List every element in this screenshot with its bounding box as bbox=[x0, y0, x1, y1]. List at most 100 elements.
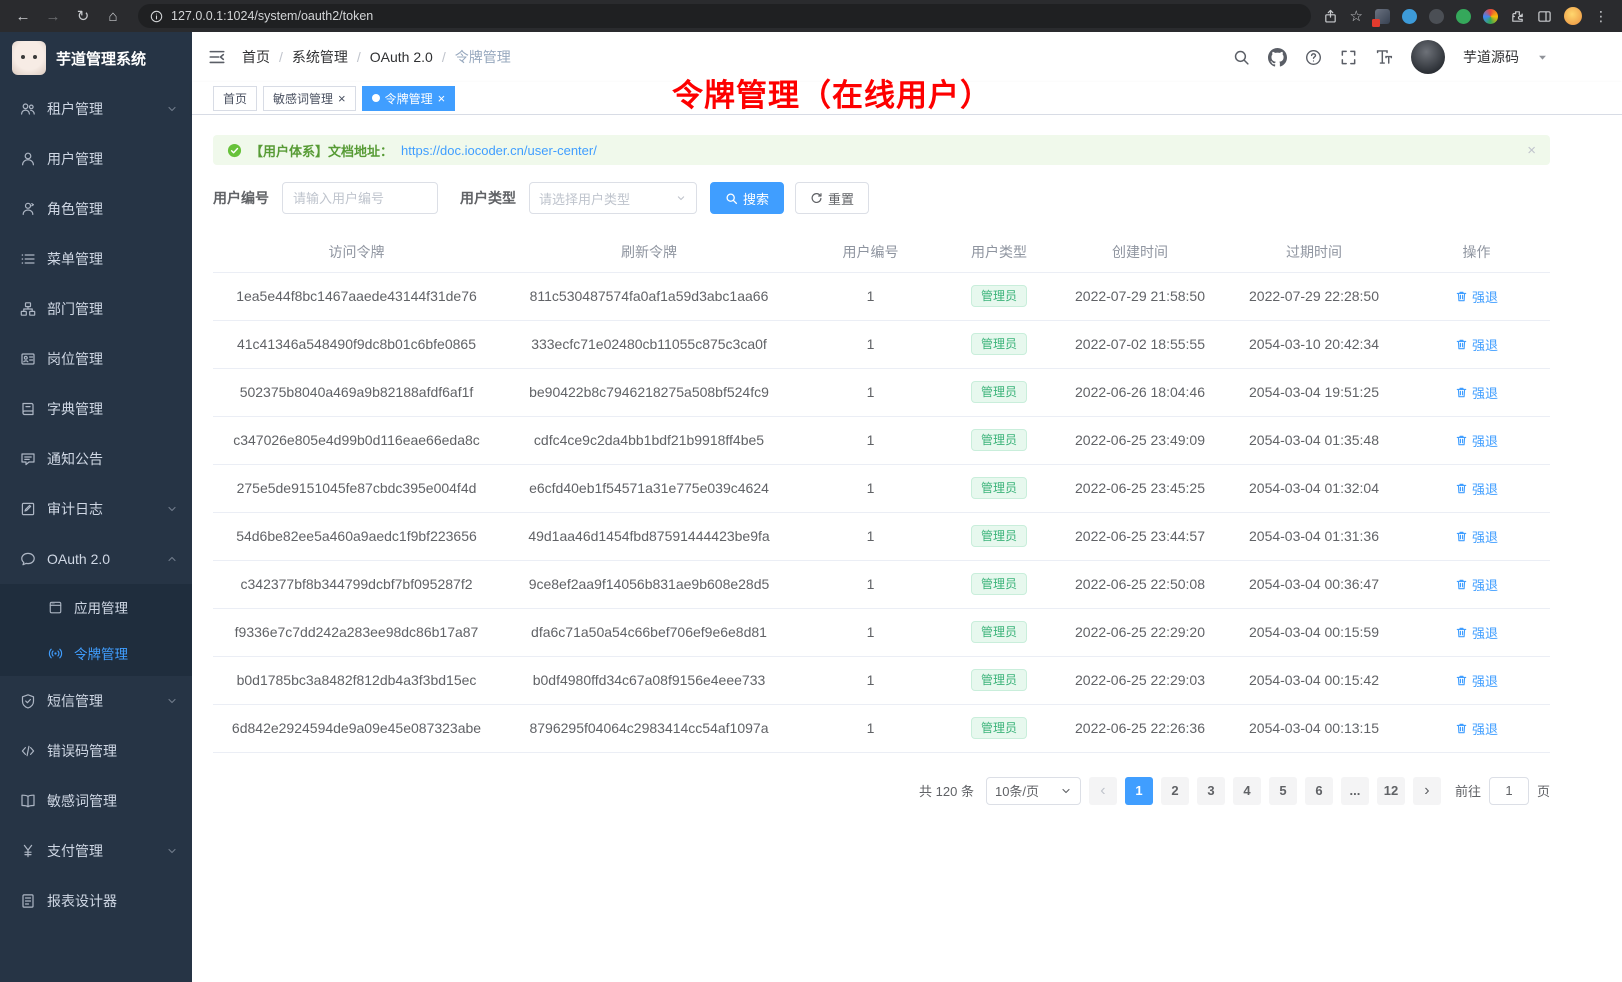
sidebar-item-label: 敏感词管理 bbox=[47, 791, 117, 811]
tab-home[interactable]: 首页 bbox=[213, 86, 257, 111]
user-type-tag: 管理员 bbox=[971, 717, 1027, 739]
back-button[interactable]: ← bbox=[10, 3, 36, 29]
share-icon[interactable] bbox=[1323, 9, 1338, 24]
tab-token[interactable]: 令牌管理× bbox=[362, 86, 456, 111]
column-header: 操作 bbox=[1403, 232, 1550, 272]
search-button[interactable]: 搜索 bbox=[710, 182, 784, 214]
audit-icon bbox=[20, 501, 36, 517]
breadcrumb-item[interactable]: 系统管理 bbox=[292, 47, 348, 67]
sidebar-item-label: 用户管理 bbox=[47, 149, 103, 169]
sidebar-item-menu[interactable]: 菜单管理 bbox=[0, 234, 192, 284]
page-button-3[interactable]: 3 bbox=[1197, 777, 1225, 805]
alert-link[interactable]: https://doc.iocoder.cn/user-center/ bbox=[401, 143, 597, 158]
page-button-12[interactable]: 12 bbox=[1377, 777, 1405, 805]
user-type-select[interactable]: 请选择用户类型 bbox=[529, 182, 697, 214]
extension-icon-5[interactable] bbox=[1483, 9, 1498, 24]
reset-button[interactable]: 重置 bbox=[795, 182, 869, 214]
breadcrumb-item[interactable]: 首页 bbox=[242, 47, 270, 67]
force-logout-button[interactable]: 强退 bbox=[1455, 479, 1498, 498]
page-button-5[interactable]: 5 bbox=[1269, 777, 1297, 805]
next-page-button[interactable]: › bbox=[1413, 777, 1441, 805]
tab-sensitive-word[interactable]: 敏感词管理× bbox=[263, 86, 356, 111]
sidebar-item-notice[interactable]: 通知公告 bbox=[0, 434, 192, 484]
column-header: 用户类型 bbox=[943, 232, 1055, 272]
sidebar-item-oauth2-token[interactable]: 令牌管理 bbox=[0, 630, 192, 676]
trash-icon bbox=[1455, 434, 1468, 447]
fullscreen-icon[interactable] bbox=[1340, 49, 1357, 66]
user-type-tag: 管理员 bbox=[971, 477, 1027, 499]
cell-expire-time: 2054-03-04 00:13:15 bbox=[1225, 704, 1403, 752]
help-icon[interactable] bbox=[1305, 49, 1322, 66]
breadcrumb-item[interactable]: OAuth 2.0 bbox=[370, 49, 433, 65]
browser-profile-avatar[interactable] bbox=[1564, 7, 1582, 25]
bookmark-star-icon[interactable]: ☆ bbox=[1350, 7, 1363, 25]
user-id-input[interactable] bbox=[293, 191, 427, 206]
table-row: b0d1785bc3a8482f812db4a3f3bd15ecb0df4980… bbox=[213, 656, 1550, 704]
sidebar-item-error-code[interactable]: 错误码管理 bbox=[0, 726, 192, 776]
cell-created-time: 2022-06-25 22:50:08 bbox=[1055, 560, 1225, 608]
app-logo[interactable]: 芋道管理系统 bbox=[0, 32, 192, 84]
cell-user-id: 1 bbox=[798, 464, 943, 512]
token-table: 访问令牌刷新令牌用户编号用户类型创建时间过期时间操作 1ea5e44f8bc14… bbox=[213, 232, 1550, 753]
sidebar-item-report-designer[interactable]: 报表设计器 bbox=[0, 876, 192, 926]
page-button-4[interactable]: 4 bbox=[1233, 777, 1261, 805]
sidebar-toggle-icon[interactable] bbox=[208, 48, 226, 66]
font-size-icon[interactable] bbox=[1375, 48, 1393, 66]
cell-expire-time: 2054-03-04 01:35:48 bbox=[1225, 416, 1403, 464]
tab-close-icon[interactable]: × bbox=[338, 92, 346, 105]
tab-close-icon[interactable]: × bbox=[438, 92, 446, 105]
page-button-2[interactable]: 2 bbox=[1161, 777, 1189, 805]
chevron-down-icon[interactable] bbox=[1537, 52, 1548, 63]
sidebar-item-audit-log[interactable]: 审计日志 bbox=[0, 484, 192, 534]
extensions-puzzle-icon[interactable] bbox=[1510, 9, 1525, 24]
force-logout-button[interactable]: 强退 bbox=[1455, 287, 1498, 306]
sidebar-item-post[interactable]: 岗位管理 bbox=[0, 334, 192, 384]
search-icon[interactable] bbox=[1233, 49, 1250, 66]
force-logout-button[interactable]: 强退 bbox=[1455, 527, 1498, 546]
force-logout-button[interactable]: 强退 bbox=[1455, 671, 1498, 690]
sidebar-item-role[interactable]: 角色管理 bbox=[0, 184, 192, 234]
extension-icon-4[interactable] bbox=[1456, 9, 1471, 24]
forward-button[interactable]: → bbox=[40, 3, 66, 29]
breadcrumb: 首页/系统管理/OAuth 2.0/令牌管理 bbox=[242, 47, 511, 67]
sidebar-item-tenant[interactable]: 租户管理 bbox=[0, 84, 192, 134]
sidebar-item-pay[interactable]: 支付管理 bbox=[0, 826, 192, 876]
site-info-icon[interactable] bbox=[150, 10, 163, 23]
page-button-1[interactable]: 1 bbox=[1125, 777, 1153, 805]
pagination-ellipsis[interactable]: ... bbox=[1341, 777, 1369, 805]
sidebar-item-sensitive-word[interactable]: 敏感词管理 bbox=[0, 776, 192, 826]
home-button[interactable]: ⌂ bbox=[100, 3, 126, 29]
url-bar[interactable]: 127.0.0.1:1024/system/oauth2/token bbox=[138, 4, 1311, 28]
extension-icon-2[interactable] bbox=[1402, 9, 1417, 24]
cell-created-time: 2022-07-02 18:55:55 bbox=[1055, 320, 1225, 368]
force-logout-button[interactable]: 强退 bbox=[1455, 575, 1498, 594]
sidebar-item-dict[interactable]: 字典管理 bbox=[0, 384, 192, 434]
github-icon[interactable] bbox=[1268, 48, 1287, 67]
split-view-icon[interactable] bbox=[1537, 9, 1552, 24]
sidebar-item-sms[interactable]: 短信管理 bbox=[0, 676, 192, 726]
sidebar-item-oauth2[interactable]: OAuth 2.0 bbox=[0, 534, 192, 584]
alert-close-icon[interactable]: × bbox=[1527, 142, 1536, 159]
extension-icon-3[interactable] bbox=[1429, 9, 1444, 24]
force-logout-button[interactable]: 强退 bbox=[1455, 335, 1498, 354]
extension-icon-1[interactable] bbox=[1375, 9, 1390, 24]
force-logout-button[interactable]: 强退 bbox=[1455, 431, 1498, 450]
force-logout-label: 强退 bbox=[1472, 719, 1498, 738]
sidebar-item-user[interactable]: 用户管理 bbox=[0, 134, 192, 184]
sidebar-item-dept[interactable]: 部门管理 bbox=[0, 284, 192, 334]
force-logout-button[interactable]: 强退 bbox=[1455, 719, 1498, 738]
sidebar-item-label: 应用管理 bbox=[74, 597, 128, 617]
user-avatar[interactable] bbox=[1411, 40, 1445, 74]
sidebar-item-oauth2-app[interactable]: 应用管理 bbox=[0, 584, 192, 630]
prev-page-button[interactable]: ‹ bbox=[1089, 777, 1117, 805]
goto-page-input[interactable] bbox=[1489, 777, 1529, 805]
force-logout-button[interactable]: 强退 bbox=[1455, 623, 1498, 642]
page-size-select[interactable]: 10条/页 bbox=[986, 777, 1081, 805]
kebab-menu-icon[interactable]: ⋮ bbox=[1594, 8, 1608, 25]
user-name[interactable]: 芋道源码 bbox=[1463, 47, 1519, 67]
force-logout-button[interactable]: 强退 bbox=[1455, 383, 1498, 402]
cell-user-id: 1 bbox=[798, 704, 943, 752]
page-button-6[interactable]: 6 bbox=[1305, 777, 1333, 805]
refresh-button[interactable]: ↻ bbox=[70, 3, 96, 29]
force-logout-label: 强退 bbox=[1472, 335, 1498, 354]
